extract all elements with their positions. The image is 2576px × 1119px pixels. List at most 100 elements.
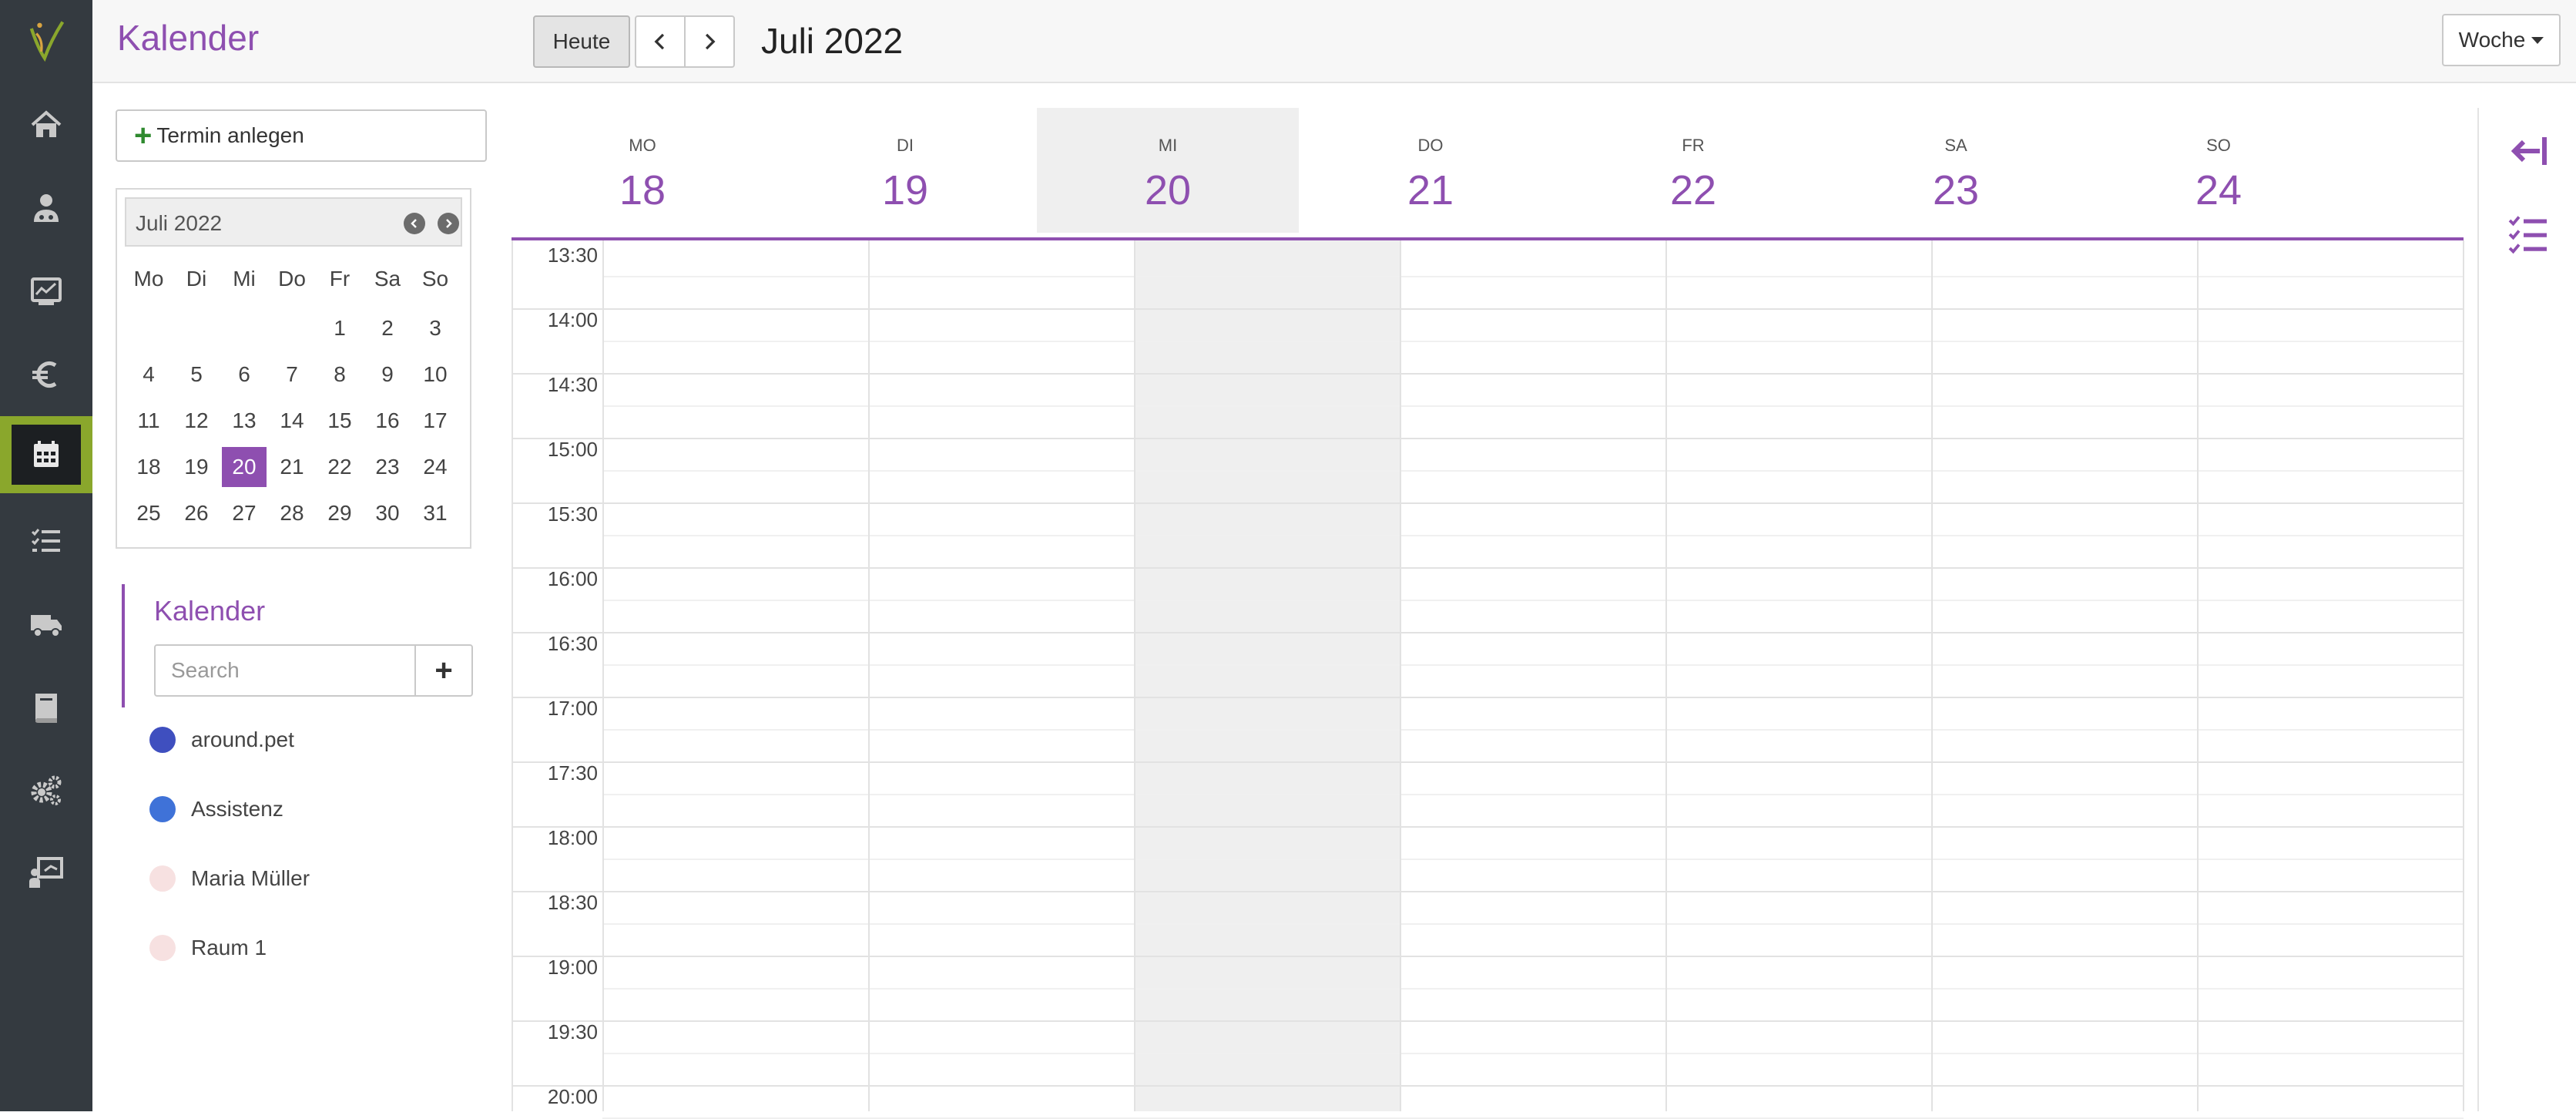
- mini-calendar-day[interactable]: 23: [365, 455, 410, 479]
- mini-calendar-day[interactable]: 16: [365, 408, 410, 433]
- calendar-color-dot[interactable]: [149, 796, 176, 822]
- grid-left-border: [512, 240, 513, 1111]
- mini-calendar-day[interactable]: 2: [365, 316, 410, 341]
- day-header[interactable]: DO 21: [1300, 108, 1561, 233]
- mini-calendar-day[interactable]: 1: [317, 316, 362, 341]
- calendar-list-item[interactable]: Assistenz: [149, 794, 283, 825]
- mini-calendar-day[interactable]: 27: [222, 501, 267, 526]
- day-header[interactable]: SA 23: [1825, 108, 2087, 233]
- app-logo[interactable]: [0, 0, 92, 80]
- mini-calendar-day[interactable]: 6: [222, 362, 267, 387]
- calendar-color-dot[interactable]: [149, 935, 176, 961]
- mini-calendar-day[interactable]: 9: [365, 362, 410, 387]
- view-select-dropdown[interactable]: Woche: [2442, 14, 2561, 66]
- mini-calendar-day[interactable]: 15: [317, 408, 362, 433]
- nav-item-euro[interactable]: [0, 336, 92, 413]
- day-column-divider: [2463, 240, 2464, 1111]
- calendar-list-panel: Kalender +: [122, 584, 491, 707]
- day-header-date: 22: [1669, 167, 1717, 213]
- mini-calendar-day[interactable]: 10: [413, 362, 458, 387]
- mini-calendar-prev-button[interactable]: [404, 213, 425, 234]
- hour-line: [512, 502, 2464, 504]
- half-hour-line: [602, 729, 2464, 731]
- half-hour-line: [602, 923, 2464, 925]
- nav-item-gears[interactable]: [0, 752, 92, 829]
- mini-calendar-day[interactable]: 13: [222, 408, 267, 433]
- nav-item-home[interactable]: [0, 86, 92, 163]
- half-hour-line: [602, 535, 2464, 536]
- mini-calendar-day[interactable]: 19: [174, 455, 219, 479]
- mini-calendar-day[interactable]: 24: [413, 455, 458, 479]
- mini-calendar-day[interactable]: 4: [126, 362, 171, 387]
- time-label: 18:00: [547, 826, 598, 849]
- add-calendar-button[interactable]: +: [414, 644, 473, 697]
- mini-calendar-day[interactable]: 25: [126, 501, 171, 526]
- mini-calendar-day[interactable]: 31: [413, 501, 458, 526]
- previous-week-button[interactable]: [635, 15, 686, 68]
- mini-calendar-day[interactable]: 30: [365, 501, 410, 526]
- day-header-weekday: SA: [1944, 136, 1967, 155]
- day-header[interactable]: DI 19: [774, 108, 1036, 233]
- nav-item-truck[interactable]: [0, 586, 92, 663]
- half-hour-line: [602, 600, 2464, 601]
- nav-item-presentation[interactable]: [0, 834, 92, 911]
- next-week-button[interactable]: [684, 15, 735, 68]
- monitor-chart-icon: [31, 277, 62, 305]
- plus-icon: +: [434, 653, 453, 687]
- mini-calendar-day[interactable]: 22: [317, 455, 362, 479]
- mini-calendar-day[interactable]: 29: [317, 501, 362, 526]
- calendar-color-dot[interactable]: [149, 865, 176, 892]
- day-header[interactable]: MI 20: [1037, 108, 1299, 233]
- checklist-icon[interactable]: [2505, 211, 2551, 257]
- day-column-divider: [1400, 240, 1401, 1111]
- top-toolbar: Kalender Heute Juli 2022 Woche: [92, 0, 2576, 83]
- mini-calendar-next-button[interactable]: [438, 213, 459, 234]
- day-header-weekday: MO: [629, 136, 656, 155]
- chevron-left-icon: [411, 219, 417, 228]
- day-header[interactable]: SO 24: [2088, 108, 2350, 233]
- mini-calendar-day[interactable]: 11: [126, 408, 171, 433]
- mini-calendar-day[interactable]: 28: [270, 501, 314, 526]
- hour-line: [512, 1020, 2464, 1022]
- mini-calendar-day-selected[interactable]: 20: [222, 447, 267, 487]
- calendar-list-item[interactable]: around.pet: [149, 724, 294, 755]
- half-hour-line: [602, 1053, 2464, 1054]
- hour-line: [512, 373, 2464, 375]
- new-appointment-button[interactable]: + Termin anlegen: [116, 109, 487, 162]
- mini-calendar-weekday: Do: [278, 267, 306, 291]
- mini-calendar-day[interactable]: 8: [317, 362, 362, 387]
- time-label: 17:30: [547, 761, 598, 785]
- day-header[interactable]: FR 22: [1562, 108, 1824, 233]
- mini-calendar-day[interactable]: 7: [270, 362, 314, 387]
- mini-calendar-day[interactable]: 18: [126, 455, 171, 479]
- mini-calendar-day[interactable]: 12: [174, 408, 219, 433]
- calendar-color-dot[interactable]: [149, 727, 176, 753]
- mini-calendar-day[interactable]: 26: [174, 501, 219, 526]
- mini-calendar-day[interactable]: 3: [413, 316, 458, 341]
- calendar-name: Maria Müller: [191, 866, 310, 890]
- mini-calendar-day[interactable]: 5: [174, 362, 219, 387]
- hour-line: [512, 697, 2464, 698]
- hour-line: [512, 632, 2464, 633]
- nav-item-book[interactable]: [0, 669, 92, 746]
- mini-calendar-weekday: Di: [186, 267, 207, 291]
- mini-calendar-day[interactable]: 17: [413, 408, 458, 433]
- day-column-divider: [1134, 240, 1135, 1111]
- calendar-list-item[interactable]: Raum 1: [149, 932, 267, 963]
- today-button[interactable]: Heute: [533, 15, 630, 68]
- calendar-list-item[interactable]: Maria Müller: [149, 863, 310, 894]
- nav-item-calendar[interactable]: [0, 416, 92, 493]
- gears-icon: [31, 775, 62, 805]
- calendar-name: Assistenz: [191, 797, 283, 821]
- day-header[interactable]: MO 18: [512, 108, 773, 233]
- nav-item-task-list[interactable]: [0, 502, 92, 580]
- day-header-date: 19: [881, 167, 929, 213]
- time-grid[interactable]: 13:30 14:00 14:30 15:00 15:30 16:00 16:30 17:00…: [512, 240, 2464, 1119]
- chevron-right-icon: [705, 33, 716, 50]
- collapse-left-icon[interactable]: [2505, 128, 2551, 174]
- nav-item-patient[interactable]: [0, 170, 92, 247]
- calendar-search-input[interactable]: [154, 644, 416, 697]
- mini-calendar-day[interactable]: 21: [270, 455, 314, 479]
- nav-item-monitor-chart[interactable]: [0, 253, 92, 330]
- mini-calendar-day[interactable]: 14: [270, 408, 314, 433]
